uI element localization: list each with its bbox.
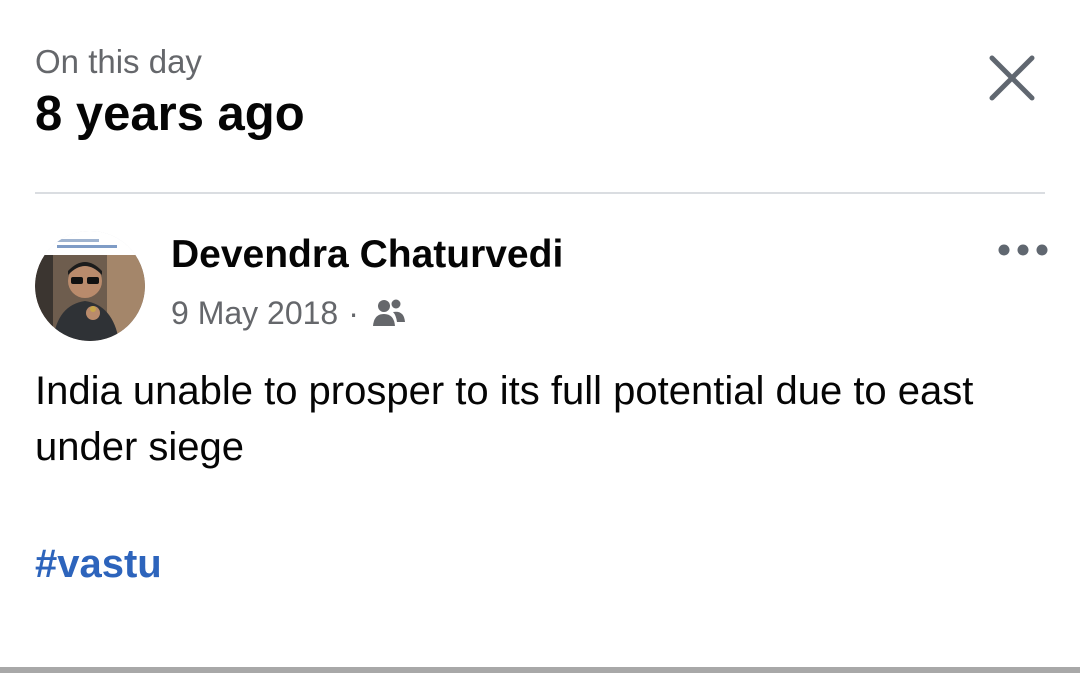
hashtag-link[interactable]: #vastu [35,538,162,590]
memory-header: On this day 8 years ago [35,40,305,144]
close-icon [989,55,1035,101]
avatar-image [35,231,145,341]
author-avatar[interactable] [35,231,145,341]
post-meta: 9 May 2018 · [171,291,409,335]
close-button[interactable] [980,46,1044,110]
author-name[interactable]: Devendra Chaturvedi [171,229,563,281]
memory-kicker: On this day [35,43,202,80]
header-divider [35,192,1045,194]
bottom-divider [0,667,1080,673]
more-horizontal-icon [998,244,1048,256]
post-date[interactable]: 9 May 2018 [171,295,338,332]
friends-icon[interactable] [369,293,409,333]
meta-separator: · [348,294,359,331]
memory-headline: 8 years ago [35,87,305,141]
post-text: India unable to prosper to its full pote… [35,369,974,469]
more-options-button[interactable] [990,226,1060,276]
